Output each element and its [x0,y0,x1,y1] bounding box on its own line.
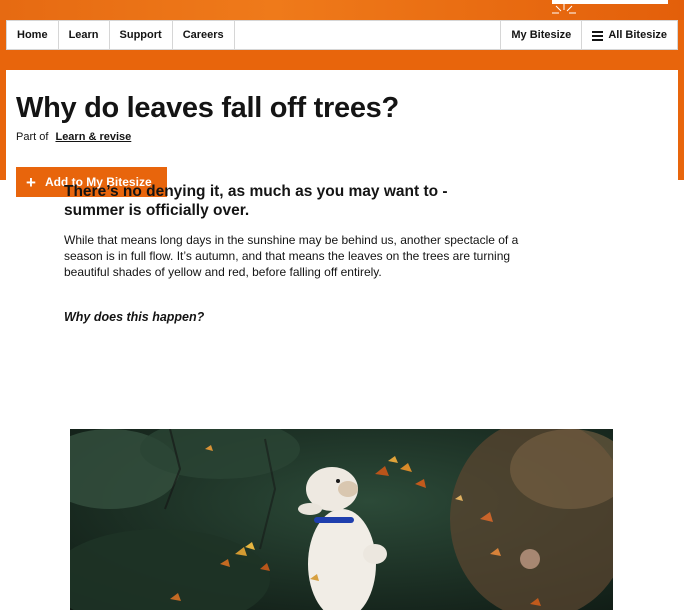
nav-all-bitesize[interactable]: All Bitesize [581,21,677,49]
plus-icon: + [26,172,36,192]
part-of-label: Part of [16,131,49,143]
hamburger-menu-icon [592,30,604,41]
article-body: There’s no denying it, as much as you ma… [64,182,544,324]
article-lead: There’s no denying it, as much as you ma… [64,183,448,219]
article-paragraph: While that means long days in the sunshi… [64,233,519,279]
nav-careers[interactable]: Careers [173,21,235,49]
nav-learn[interactable]: Learn [59,21,110,49]
top-navigation: Home Learn Support Careers My Bitesize A… [6,20,678,50]
nav-my-bitesize[interactable]: My Bitesize [500,21,581,49]
dog-autumn-leaves-photo [70,429,613,610]
sparkle-icon [552,4,576,14]
part-of-link[interactable]: Learn & revise [55,131,131,143]
breadcrumb: Part of Learn & revise [16,131,131,143]
nav-support[interactable]: Support [110,21,173,49]
nav-home[interactable]: Home [7,21,59,49]
page-title: Why do leaves fall off trees? [16,92,399,124]
nav-all-bitesize-label: All Bitesize [608,29,667,41]
article-subheading: Why does this happen? [64,310,205,324]
